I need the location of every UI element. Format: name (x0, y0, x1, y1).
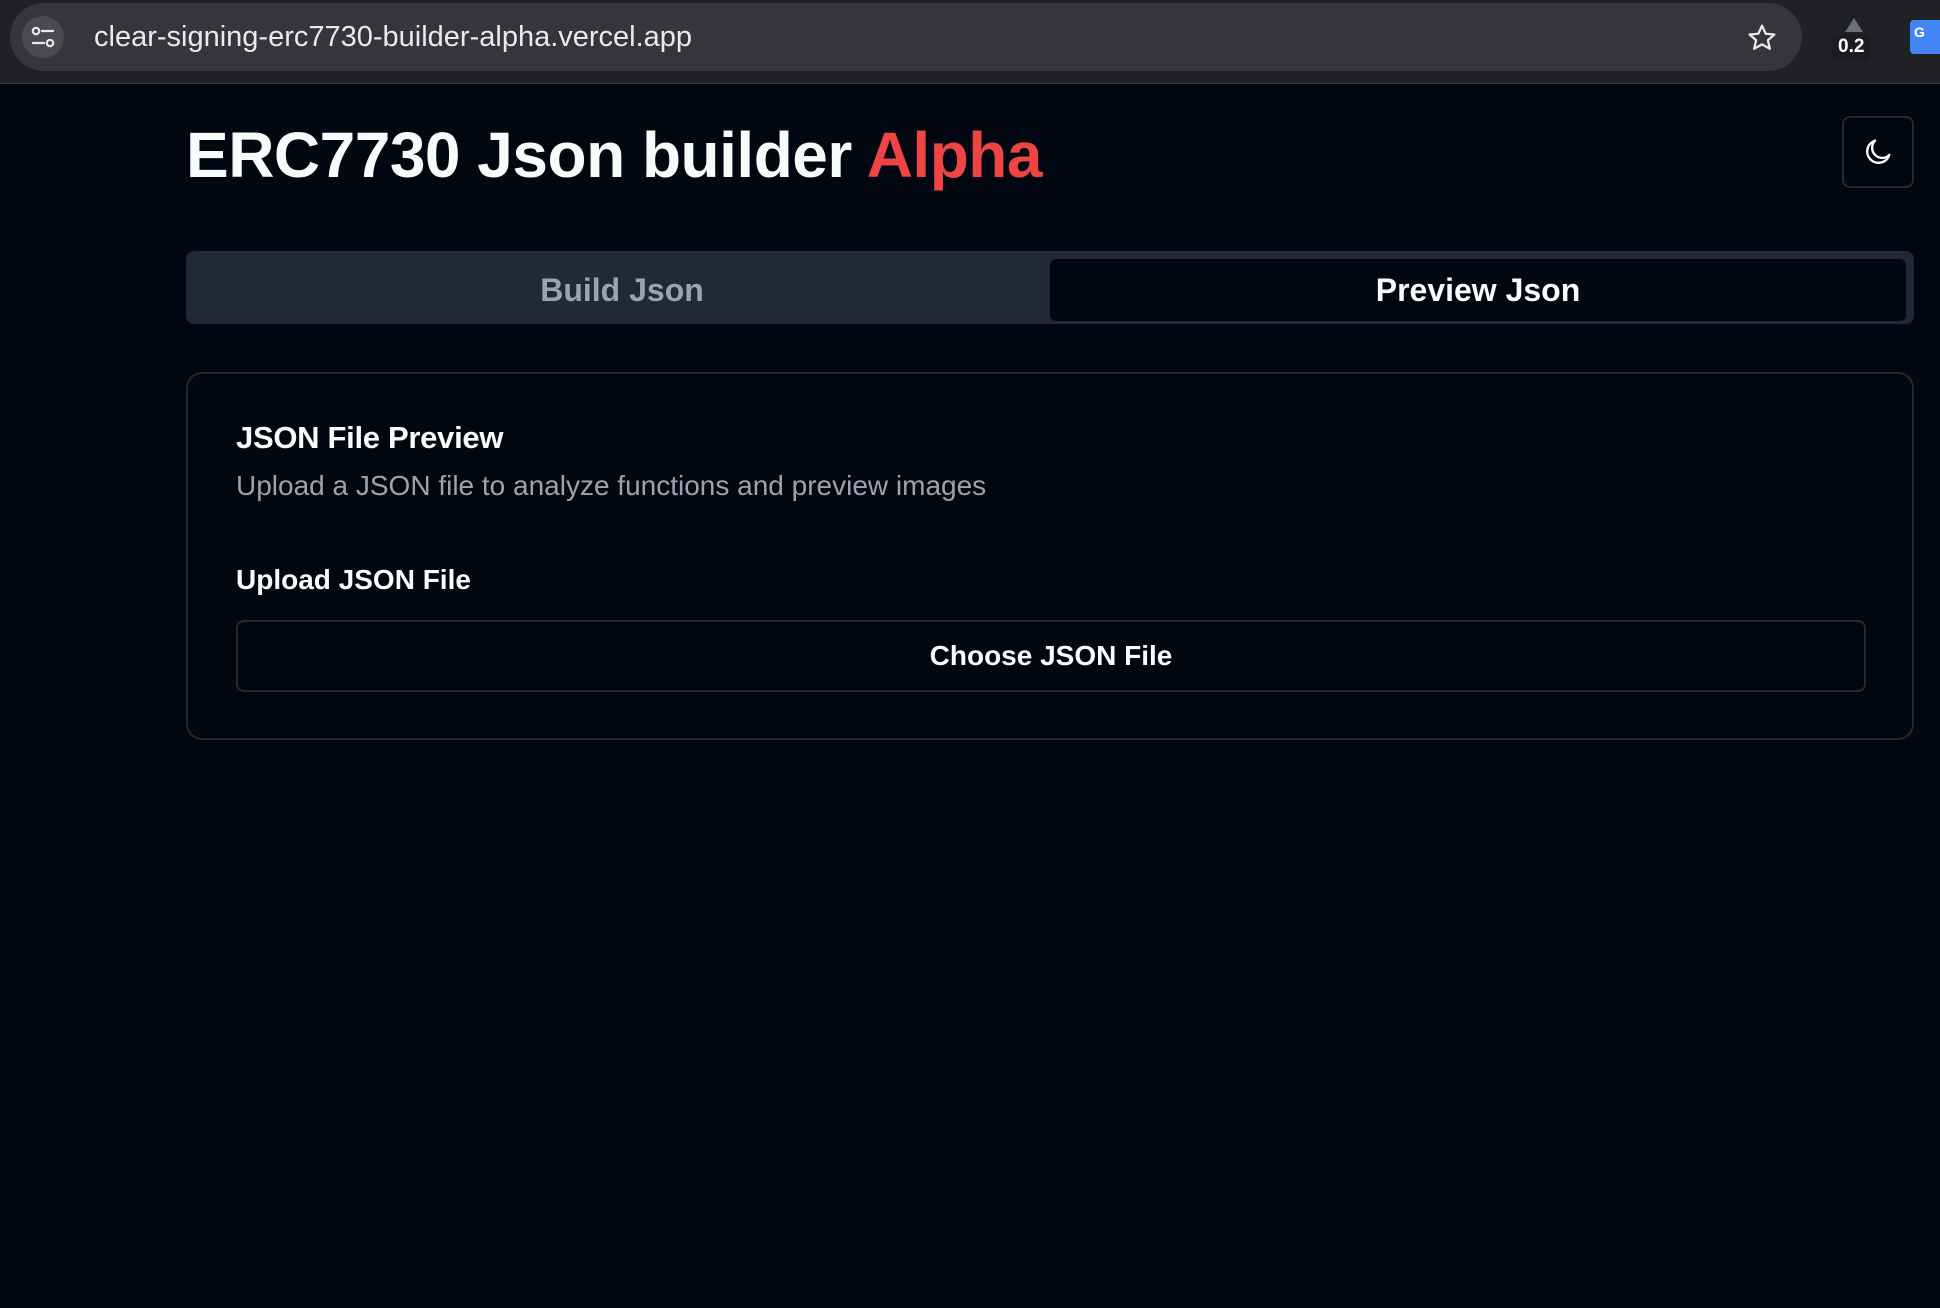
extension-badge: 0.2 (1832, 34, 1871, 60)
tab-preview-json[interactable]: Preview Json (1050, 259, 1906, 321)
star-icon (1748, 24, 1776, 50)
bookmark-button[interactable] (1740, 16, 1784, 60)
google-translate-icon[interactable]: G (1910, 20, 1940, 54)
extension-button[interactable]: 0.2 (1828, 14, 1880, 64)
card-title: JSON File Preview (236, 420, 504, 455)
url-text[interactable]: clear-signing-erc7730-builder-alpha.verc… (94, 21, 692, 54)
choose-json-file-button[interactable]: Choose JSON File (236, 620, 1866, 692)
site-info-button[interactable] (22, 16, 64, 58)
page-title: ERC7730 Json builder Alpha (186, 118, 1042, 192)
card-description: Upload a JSON file to analyze functions … (236, 470, 987, 501)
moon-icon (1866, 139, 1891, 164)
browser-toolbar: clear-signing-erc7730-builder-alpha.verc… (0, 0, 1940, 84)
triangle-icon (1845, 18, 1863, 32)
tune-icon (31, 26, 55, 48)
json-preview-card: JSON File Preview Upload a JSON file to … (186, 372, 1914, 740)
page-title-main: ERC7730 Json builder (186, 119, 852, 191)
tab-build-json[interactable]: Build Json (194, 259, 1050, 321)
page-title-accent: Alpha (866, 119, 1043, 191)
upload-label: Upload JSON File (236, 564, 471, 595)
theme-toggle-button[interactable] (1842, 116, 1914, 188)
address-bar[interactable]: clear-signing-erc7730-builder-alpha.verc… (10, 3, 1802, 71)
tab-list: Build Json Preview Json (186, 251, 1914, 324)
translate-glyph: G (1914, 24, 1925, 40)
